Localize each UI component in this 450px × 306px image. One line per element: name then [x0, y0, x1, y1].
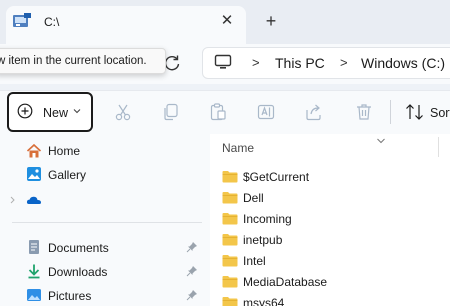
- folder-row[interactable]: inetpub: [218, 230, 450, 250]
- drive-icon: [13, 13, 31, 27]
- folder-row[interactable]: Intel: [218, 251, 450, 271]
- folder-icon: [222, 234, 238, 246]
- chevron-right-icon[interactable]: [10, 196, 16, 204]
- cut-icon[interactable]: [113, 102, 133, 122]
- nav-item-downloads[interactable]: Downloads: [48, 265, 107, 279]
- folder-icon: [222, 213, 238, 225]
- folder-row[interactable]: $GetCurrent: [218, 167, 450, 187]
- folder-row[interactable]: Incoming: [218, 209, 450, 229]
- new-button-tooltip: w item in the current location.: [0, 48, 166, 74]
- tab-c-drive[interactable]: [6, 6, 246, 44]
- folder-icon: [222, 171, 238, 183]
- home-icon: [26, 143, 42, 158]
- downloads-icon: [28, 264, 40, 279]
- onedrive-icon: [26, 196, 41, 204]
- new-button-label: New: [43, 106, 69, 120]
- pin-icon[interactable]: [186, 241, 198, 253]
- pin-icon[interactable]: [186, 289, 198, 301]
- folder-name: Dell: [243, 191, 264, 205]
- breadcrumb-windows-c[interactable]: Windows (C:): [361, 55, 445, 71]
- chevron-down-icon: [73, 109, 81, 114]
- gallery-icon: [27, 167, 41, 181]
- tab-title: C:\: [44, 15, 60, 29]
- folder-row[interactable]: Dell: [218, 188, 450, 208]
- folder-icon: [222, 297, 238, 306]
- rename-icon[interactable]: [256, 102, 276, 122]
- column-header-name[interactable]: Name: [222, 141, 254, 155]
- breadcrumb-this-pc[interactable]: This PC: [275, 55, 325, 71]
- folder-row[interactable]: msys64: [218, 293, 450, 306]
- folder-name: msys64: [243, 296, 285, 306]
- folder-name: $GetCurrent: [243, 170, 310, 184]
- copy-icon[interactable]: [161, 102, 181, 122]
- breadcrumb-separator[interactable]: >: [252, 55, 260, 70]
- nav-item-documents[interactable]: Documents: [48, 241, 109, 255]
- folder-name: MediaDatabase: [243, 275, 328, 289]
- nav-item-gallery[interactable]: Gallery: [48, 168, 86, 182]
- folder-icon: [222, 255, 238, 267]
- delete-icon[interactable]: [354, 102, 374, 122]
- column-divider[interactable]: [438, 137, 439, 157]
- add-circle-icon: [17, 103, 33, 119]
- close-tab-icon[interactable]: ✕: [218, 12, 236, 30]
- navigation-pane: [0, 134, 210, 306]
- pin-icon[interactable]: [186, 265, 198, 277]
- pictures-icon: [27, 289, 41, 301]
- folder-name: inetpub: [243, 233, 283, 247]
- folder-icon: [222, 192, 238, 204]
- sort-icon[interactable]: [404, 102, 426, 122]
- folder-name: Incoming: [243, 212, 292, 226]
- paste-icon[interactable]: [208, 102, 228, 122]
- this-pc-icon: [214, 54, 232, 69]
- folder-row[interactable]: MediaDatabase: [218, 272, 450, 292]
- command-separator: [390, 100, 391, 124]
- new-tab-button[interactable]: +: [262, 12, 280, 30]
- breadcrumb-separator[interactable]: >: [340, 55, 348, 70]
- folder-name: Intel: [243, 254, 266, 268]
- sort-button-label[interactable]: Sort: [430, 106, 450, 120]
- nav-item-home[interactable]: Home: [48, 144, 80, 158]
- share-icon[interactable]: [304, 102, 324, 122]
- documents-icon: [29, 240, 39, 254]
- folder-icon: [222, 276, 238, 288]
- sort-caret-icon: [377, 138, 385, 144]
- nav-divider: [12, 222, 202, 223]
- nav-item-pictures[interactable]: Pictures: [48, 289, 91, 303]
